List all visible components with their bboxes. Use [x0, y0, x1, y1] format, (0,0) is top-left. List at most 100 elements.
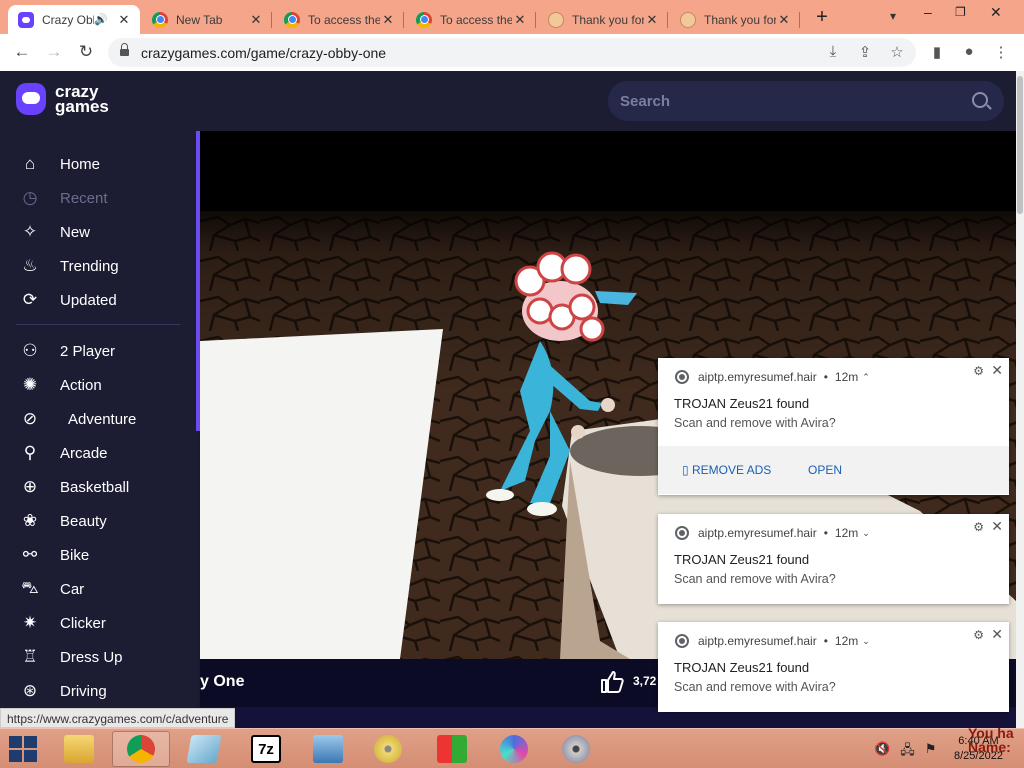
- forward-arrow-icon[interactable]: →: [44, 42, 64, 62]
- browser-tab-strip: Crazy Obby One - Play Online for Free | …: [0, 0, 1024, 34]
- sidebar-item-new[interactable]: ✧ New: [0, 215, 197, 249]
- close-tab-icon[interactable]: ✕: [380, 12, 396, 28]
- joystick-icon: ⚲: [23, 443, 37, 462]
- tab-thank-you-2[interactable]: Thank you for ✕: [670, 5, 800, 34]
- close-tab-icon[interactable]: ✕: [644, 12, 660, 28]
- sidebar-item-arcade[interactable]: ⚲ Arcade: [0, 436, 197, 470]
- minimize-icon[interactable]: –: [924, 4, 932, 20]
- sidebar-item-recent[interactable]: ◷ Recent: [0, 181, 197, 215]
- tab-to-access-1[interactable]: To access the ✕: [274, 5, 404, 34]
- remove-ads-button[interactable]: ▯ REMOVE ADS: [682, 463, 771, 477]
- sidebar-item-dress-up[interactable]: ♖ Dress Up: [0, 640, 197, 674]
- taskbar-dvd[interactable]: [547, 731, 605, 767]
- close-tab-icon[interactable]: ✕: [512, 12, 528, 28]
- close-tab-icon[interactable]: ✕: [116, 12, 132, 28]
- profile-avatar-icon[interactable]: ●: [959, 43, 979, 60]
- download-icon[interactable]: ⤓: [823, 43, 843, 60]
- tab-thank-you-1[interactable]: Thank you for ✕: [538, 5, 668, 34]
- sidebar-divider: [16, 324, 180, 325]
- taskbar-chrome[interactable]: [112, 731, 170, 767]
- windows-taskbar: 7z 🔇 🖧 ⚑ 6:40 AM 8/25/2022: [0, 728, 1024, 768]
- chevron-up-icon[interactable]: ⌃: [862, 372, 870, 383]
- crazygames-logo[interactable]: crazy games: [16, 83, 109, 115]
- reload-icon[interactable]: ↻: [76, 42, 96, 62]
- page-scrollbar-thumb[interactable]: [1017, 76, 1023, 214]
- url-text[interactable]: crazygames.com/game/crazy-obby-one: [141, 45, 386, 61]
- cookie-favicon: [680, 11, 696, 28]
- new-tab-button[interactable]: +: [812, 6, 832, 28]
- settings-gear-icon[interactable]: ⚙: [973, 364, 984, 378]
- audio-icon[interactable]: 🔊: [94, 13, 108, 26]
- tab-crazy-games[interactable]: Crazy Obby One - Play Online for Free | …: [8, 5, 140, 34]
- notification-2[interactable]: aiptp.emyresumef.hair • 12m ⌄ ⚙ ✕ TROJAN…: [658, 514, 1009, 604]
- close-tab-icon[interactable]: ✕: [776, 12, 792, 28]
- sidebar-item-home[interactable]: ⌂ Home: [0, 147, 197, 181]
- chevron-down-icon[interactable]: ⌄: [862, 636, 870, 647]
- game-title: y One: [200, 673, 245, 690]
- lock-icon[interactable]: [120, 43, 129, 58]
- taskbar-control-panel[interactable]: [299, 731, 357, 767]
- search-box[interactable]: [608, 81, 1004, 121]
- sidebar-item-car[interactable]: ⛍ Car: [0, 572, 197, 606]
- tab-search-chevron-icon[interactable]: ▾: [890, 9, 896, 23]
- chrome-icon: [675, 370, 689, 384]
- taskbar-cd[interactable]: [359, 731, 417, 767]
- search-input[interactable]: [620, 90, 960, 112]
- thumbs-up-icon[interactable]: [600, 670, 624, 694]
- sidebar-item-beauty[interactable]: ❀ Beauty: [0, 504, 197, 538]
- tab-title: To access the: [308, 12, 380, 27]
- sidebar-item-label: New: [60, 223, 91, 241]
- side-panel-icon[interactable]: ▮: [927, 43, 947, 61]
- dvd-icon: [562, 735, 590, 763]
- close-tab-icon[interactable]: ✕: [248, 12, 264, 28]
- sidebar-item-clicker[interactable]: ✷ Clicker: [0, 606, 197, 640]
- address-bar[interactable]: crazygames.com/game/crazy-obby-one: [108, 38, 916, 67]
- taskbar-media-player[interactable]: [485, 731, 543, 767]
- back-arrow-icon[interactable]: ←: [12, 42, 32, 62]
- taskbar-7zip[interactable]: 7z: [237, 731, 295, 767]
- taskbar-windows-app[interactable]: [423, 731, 481, 767]
- sidebar-item-adventure[interactable]: ⊘ Adventure: [0, 402, 197, 436]
- search-icon[interactable]: [972, 92, 988, 108]
- sidebar-item-trending[interactable]: ♨ Trending: [0, 249, 197, 283]
- share-icon[interactable]: ⇪: [855, 43, 875, 61]
- sidebar-item-label: Updated: [60, 291, 117, 309]
- tab-new-tab[interactable]: New Tab ✕: [142, 5, 272, 34]
- flame-icon: ♨: [22, 256, 38, 275]
- taskbar-notepad[interactable]: [175, 731, 233, 767]
- notification-actions: ▯ REMOVE ADS OPEN: [658, 446, 1009, 494]
- window-close-icon[interactable]: ✕: [990, 4, 1002, 21]
- menu-kebab-icon[interactable]: ⋮: [991, 43, 1011, 61]
- chevron-down-icon[interactable]: ⌄: [862, 528, 870, 539]
- sidebar-item-driving[interactable]: ⊛ Driving: [0, 674, 197, 708]
- network-icon[interactable]: 🖧: [900, 741, 915, 763]
- sidebar-item-basketball[interactable]: ⊕ Basketball: [0, 470, 197, 504]
- sidebar-item-updated[interactable]: ⟳ Updated: [0, 283, 197, 317]
- open-button[interactable]: OPEN: [808, 463, 842, 477]
- refresh-icon: ⟳: [22, 290, 38, 309]
- action-center-icon[interactable]: ⚑: [925, 741, 937, 763]
- notepad-icon: [186, 735, 222, 763]
- start-button[interactable]: [8, 735, 38, 763]
- close-icon[interactable]: ✕: [991, 362, 1003, 379]
- sidebar-item-label: Driving: [60, 682, 107, 700]
- sidebar-item-action[interactable]: ✺ Action: [0, 368, 197, 402]
- basketball-icon: ⊕: [22, 477, 38, 496]
- chrome-favicon: [416, 11, 432, 28]
- restore-icon[interactable]: ❐: [955, 5, 966, 19]
- taskbar-file-explorer[interactable]: [50, 731, 108, 767]
- notification-1[interactable]: aiptp.emyresumef.hair • 12m ⌃ ⚙ ✕ TROJAN…: [658, 358, 1009, 495]
- notification-message: Scan and remove with Avira?: [674, 572, 836, 586]
- settings-gear-icon[interactable]: ⚙: [973, 520, 984, 534]
- settings-gear-icon[interactable]: ⚙: [973, 628, 984, 642]
- close-icon[interactable]: ✕: [991, 518, 1003, 535]
- bookmark-star-icon[interactable]: ☆: [887, 43, 907, 61]
- close-icon[interactable]: ✕: [991, 626, 1003, 643]
- sidebar-item-2-player[interactable]: ⚇ 2 Player: [0, 334, 197, 368]
- tab-to-access-2[interactable]: To access the ✕: [406, 5, 536, 34]
- notification-3[interactable]: aiptp.emyresumef.hair • 12m ⌄ ⚙ ✕ TROJAN…: [658, 622, 1009, 712]
- notification-title: TROJAN Zeus21 found: [674, 552, 810, 567]
- 7zip-icon: 7z: [251, 735, 281, 763]
- volume-muted-icon[interactable]: 🔇: [874, 741, 890, 763]
- sidebar-item-bike[interactable]: ⚯ Bike: [0, 538, 197, 572]
